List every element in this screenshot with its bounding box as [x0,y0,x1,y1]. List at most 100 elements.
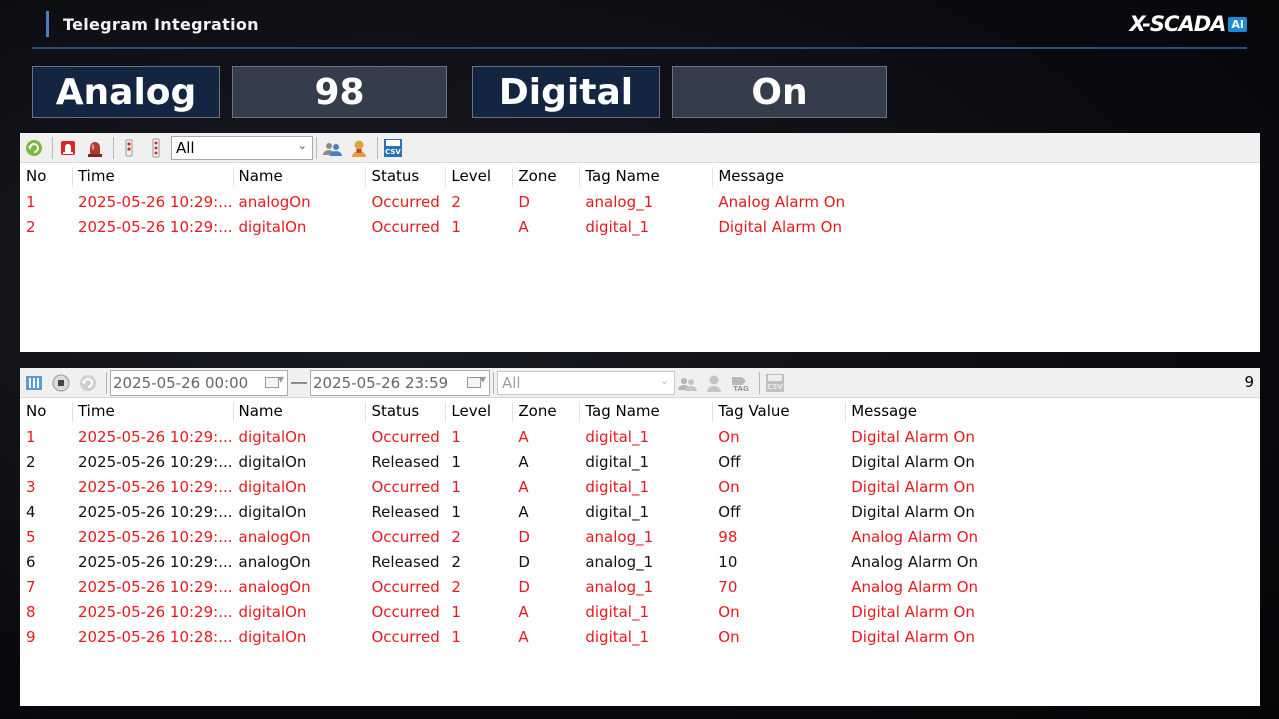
digital-label-tile: Digital [472,66,660,118]
cell-name: analogOn [238,192,311,211]
refresh-icon[interactable] [22,136,46,160]
cell-tag-value: On [718,627,740,646]
record-count: 9 [1244,373,1254,391]
cell-status: Occurred [371,427,440,446]
column-header-zone[interactable]: Zone [512,398,579,424]
cell-zone: A [518,452,529,471]
logo-text: X-SCADA [1129,12,1227,36]
table-row[interactable]: 5 2025-05-26 10:29:... analogOn Occurred… [20,524,1260,549]
cell-message: Digital Alarm On [851,602,975,621]
cell-name: digitalOn [238,627,307,646]
history-toolbar: 2025-05-26 00:00 ▼ — 2025-05-26 23:59 ▼ … [20,368,1260,398]
cell-name: digitalOn [238,427,307,446]
column-header-time[interactable]: Time [71,163,233,189]
user-group-icon[interactable] [675,371,699,395]
cell-tag-value: On [718,477,740,496]
stop-icon[interactable] [49,371,73,395]
cell-level: 2 [451,577,461,596]
column-header-time[interactable]: Time [71,398,233,424]
cell-level: 1 [451,452,461,471]
csv-export-icon[interactable]: CSV [763,371,787,395]
cell-tag-name: digital_1 [585,477,650,496]
cell-tag-name: digital_1 [585,627,650,646]
column-header-level[interactable]: Level [445,398,512,424]
user-group-icon[interactable] [320,136,344,160]
chevron-down-icon: ▼ [277,374,284,384]
column-header-no[interactable]: No [20,163,72,189]
date-to-value: 2025-05-26 23:59 [313,373,449,392]
column-header-tag-value[interactable]: Tag Value [712,398,845,424]
header-divider [32,47,1247,49]
ack-all-icon[interactable] [144,136,168,160]
refresh-icon[interactable] [76,371,100,395]
table-row[interactable]: 2 2025-05-26 10:29:... digitalOn Release… [20,449,1260,474]
column-header-status[interactable]: Status [365,163,445,189]
column-header-no[interactable]: No [20,398,72,424]
column-header-message[interactable]: Message [845,398,1260,424]
tag-icon[interactable]: TAG [729,371,753,395]
table-row[interactable]: 3 2025-05-26 10:29:... digitalOn Occurre… [20,474,1260,499]
user-icon[interactable] [702,371,726,395]
alarm-filter-value: All [176,138,195,157]
cell-zone: A [518,502,529,521]
csv-export-icon[interactable]: CSV [381,136,405,160]
table-row[interactable]: 7 2025-05-26 10:29:... analogOn Occurred… [20,574,1260,599]
cell-status: Occurred [371,192,440,211]
cell-level: 1 [451,477,461,496]
title-accent-bar [46,11,49,37]
date-from-picker[interactable]: 2025-05-26 00:00 ▼ [110,369,288,396]
table-row[interactable]: 4 2025-05-26 10:29:... digitalOn Release… [20,499,1260,524]
column-header-level[interactable]: Level [445,163,512,189]
cell-time: 2025-05-26 10:29:... [77,502,233,521]
cell-message: Analog Alarm On [718,192,846,211]
alarm-filter-select[interactable]: All ⌄ [171,135,313,160]
column-header-name[interactable]: Name [232,398,366,424]
cell-zone: D [518,552,530,571]
cell-status: Occurred [371,527,440,546]
table-row[interactable]: 6 2025-05-26 10:29:... analogOn Released… [20,549,1260,574]
cell-name: analogOn [238,527,311,546]
svg-text:CSV: CSV [385,148,401,156]
alarm-panel: All ⌄ CSV No Time Name Status Level Zone [20,133,1260,352]
table-row[interactable]: 8 2025-05-26 10:29:... digitalOn Occurre… [20,599,1260,624]
column-header-zone[interactable]: Zone [512,163,579,189]
history-filter-select[interactable]: All ⌄ [497,370,675,395]
cell-message: Analog Alarm On [851,552,979,571]
user-icon[interactable] [347,136,371,160]
table-row[interactable]: 1 2025-05-26 10:29:... analogOn Occurred… [20,189,1260,214]
cell-status: Occurred [371,217,440,236]
cell-time: 2025-05-26 10:29:... [77,577,233,596]
cell-time: 2025-05-26 10:29:... [77,527,233,546]
alarm-lamp-icon[interactable] [83,136,107,160]
cell-message: Digital Alarm On [851,477,975,496]
cell-tag-value: 98 [718,527,738,546]
digital-value-tile: On [672,66,887,118]
ack-single-icon[interactable] [117,136,141,160]
cell-time: 2025-05-26 10:29:... [77,452,233,471]
analog-label-tile: Analog [32,66,220,118]
cell-level: 1 [451,627,461,646]
cell-tag-name: digital_1 [585,602,650,621]
table-row[interactable]: 1 2025-05-26 10:29:... digitalOn Occurre… [20,424,1260,449]
svg-text:CSV: CSV [767,383,783,391]
cell-status: Released [371,502,440,521]
column-header-status[interactable]: Status [365,398,445,424]
alarm-bell-icon[interactable] [56,136,80,160]
toolbar-separator [377,136,378,159]
alarm-toolbar: All ⌄ CSV [20,133,1260,163]
cell-no: 9 [26,627,36,646]
view-columns-icon[interactable] [22,371,46,395]
cell-tag-name: digital_1 [585,217,650,236]
cell-tag-value: Off [718,452,741,471]
column-header-name[interactable]: Name [232,163,366,189]
table-row[interactable]: 9 2025-05-26 10:28:... digitalOn Occurre… [20,624,1260,649]
column-header-message[interactable]: Message [712,163,1260,189]
table-row[interactable]: 2 2025-05-26 10:29:... digitalOn Occurre… [20,214,1260,239]
column-header-tag-name[interactable]: Tag Name [579,398,712,424]
cell-tag-value: On [718,602,740,621]
cell-level: 2 [451,552,461,571]
column-header-tag-name[interactable]: Tag Name [579,163,712,189]
cell-message: Digital Alarm On [851,427,975,446]
cell-tag-value: Off [718,502,741,521]
date-to-picker[interactable]: 2025-05-26 23:59 ▼ [310,369,490,396]
